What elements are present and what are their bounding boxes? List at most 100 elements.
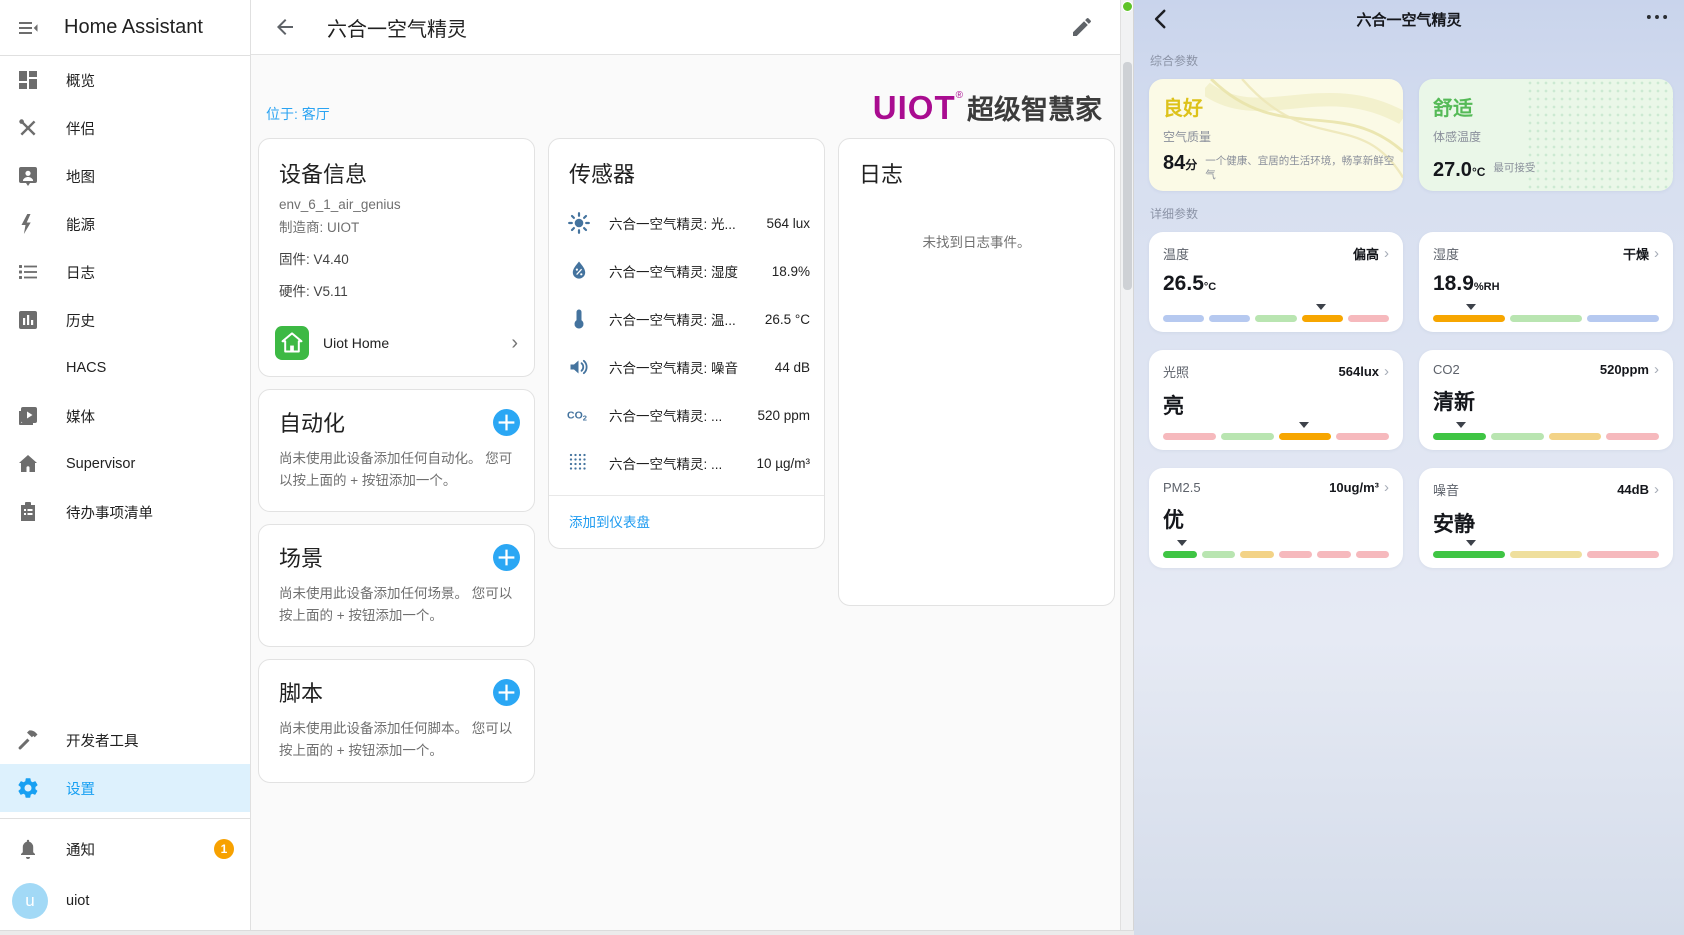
sensor-row-temperature[interactable]: 六合一空气精灵: 温...26.5 °C (549, 295, 824, 343)
sensor-row-co2[interactable]: CO2六合一空气精灵: ...520 ppm (549, 391, 824, 439)
sensor-row-light[interactable]: 六合一空气精灵: 光... 564 lux (549, 199, 824, 247)
app-back-icon[interactable] (1148, 6, 1174, 32)
content-body: 位于: 客厅 UIOT®超级智慧家 设备信息 env_6_1_air_geniu… (251, 55, 1120, 783)
clipboard-list-icon (16, 500, 40, 524)
detail-card-pm25[interactable]: PM2.5 10ug/m³ › 优 (1149, 468, 1403, 568)
view-dashboard-icon (16, 68, 40, 92)
sidebar-item-companion[interactable]: 伴侣 (0, 104, 250, 152)
level-marker-icon (1466, 540, 1476, 546)
scenes-title: 场景 (279, 541, 323, 573)
automations-empty-text: 尚未使用此设备添加任何自动化。 您可以按上面的 + 按钮添加一个。 (259, 440, 534, 511)
detail-badge: 520ppm (1600, 362, 1649, 377)
location-link[interactable]: 客厅 (302, 106, 330, 122)
app-title: Home Assistant (64, 16, 203, 39)
home-assistant-icon (16, 452, 40, 476)
level-bar (1433, 315, 1659, 322)
water-percent-icon (567, 259, 591, 283)
sidebar-item-devtools[interactable]: 开发者工具 (0, 716, 250, 764)
sidebar-item-media[interactable]: 媒体 (0, 392, 250, 440)
chevron-right-icon: › (1384, 364, 1389, 379)
sensor-name: 六合一空气精灵: 光... (609, 213, 748, 233)
detail-label: PM2.5 (1163, 480, 1201, 495)
scenes-card: 场景 尚未使用此设备添加任何场景。 您可以按上面的 + 按钮添加一个。 (258, 524, 535, 647)
sensor-row-humidity[interactable]: 六合一空气精灵: 湿度18.9% (549, 247, 824, 295)
edit-pencil-icon[interactable] (1070, 15, 1094, 39)
add-script-button[interactable] (493, 679, 520, 706)
more-options-icon[interactable] (1644, 4, 1670, 35)
sidebar-item-label: 开发者工具 (66, 730, 139, 751)
sidebar-user[interactable]: u uiot (0, 873, 250, 935)
sensor-value: 564 lux (766, 216, 810, 231)
sidebar-item-label: 能源 (66, 214, 95, 235)
uiot-home-app-icon (275, 326, 309, 360)
sidebar-item-overview[interactable]: 概览 (0, 56, 250, 104)
detail-card-temperature[interactable]: 温度 偏高 › 26.5°C (1149, 232, 1403, 332)
sidebar-item-map[interactable]: 地图 (0, 152, 250, 200)
detail-badge: 44dB (1617, 482, 1649, 497)
sidebar-item-history[interactable]: 历史 (0, 296, 250, 344)
detail-card-noise[interactable]: 噪音 44dB › 安静 (1419, 468, 1673, 568)
detail-badge: 干燥 (1623, 244, 1649, 263)
sensor-row-noise[interactable]: 六合一空气精灵: 噪音44 dB (549, 343, 824, 391)
location-label: 位于: (266, 106, 298, 122)
summary-state: 良好 (1163, 92, 1389, 121)
format-list-icon (16, 260, 40, 284)
sidebar-item-settings[interactable]: 设置 (0, 764, 250, 812)
add-scene-button[interactable] (493, 544, 520, 571)
sidebar-item-logbook[interactable]: 日志 (0, 248, 250, 296)
scrollbar-thumb[interactable] (1123, 62, 1132, 290)
chevron-right-icon: › (1654, 246, 1659, 261)
detail-value: 清新 (1433, 386, 1659, 416)
scenes-empty-text: 尚未使用此设备添加任何场景。 您可以按上面的 + 按钮添加一个。 (259, 575, 534, 646)
scripts-title: 脚本 (279, 676, 323, 708)
scrollbar[interactable] (1120, 0, 1134, 935)
sidebar-item-label: 待办事项清单 (66, 502, 153, 523)
detail-card-light[interactable]: 光照 564lux › 亮 (1149, 350, 1403, 450)
summary-card-feels-like[interactable]: 舒适体感温度 27.0°C 最可接受 (1419, 79, 1673, 191)
level-marker-icon (1316, 304, 1326, 310)
column-middle: 传感器 六合一空气精灵: 光... 564 lux 六合一空气精灵: 湿度18.9%… (548, 138, 825, 549)
add-to-dashboard-link[interactable]: 添加到仪表盘 (549, 495, 824, 548)
level-bar (1163, 551, 1389, 558)
logbook-empty-text: 未找到日志事件。 (839, 231, 1114, 251)
level-marker-icon (1466, 304, 1476, 310)
level-segment (1348, 315, 1389, 322)
level-segment (1433, 551, 1505, 558)
sidebar-item-energy[interactable]: 能源 (0, 200, 250, 248)
detail-label: 噪音 (1433, 480, 1459, 499)
sidebar-bottom: 开发者工具设置 通知 1 u uiot (0, 716, 250, 935)
sidebar-item-todo[interactable]: 待办事项清单 (0, 488, 250, 536)
sidebar-item-supervisor[interactable]: Supervisor (0, 440, 250, 488)
menu-icon[interactable] (16, 16, 40, 40)
sidebar-item-label: Supervisor (66, 456, 135, 472)
level-segment (1317, 551, 1351, 558)
detail-label: 温度 (1163, 244, 1189, 263)
level-marker-icon (1456, 422, 1466, 428)
sensor-value: 26.5 °C (765, 312, 810, 327)
device-info-title: 设备信息 (259, 139, 534, 193)
window-edge (0, 930, 1134, 935)
app-panel: 六合一空气精灵 综合参数 良好空气质量 84分 一个健康、宜居的生活环境，畅享新… (1134, 0, 1684, 935)
column-right: 日志 未找到日志事件。 (838, 138, 1115, 606)
detail-label: CO2 (1433, 362, 1460, 377)
detail-value: 亮 (1163, 390, 1389, 420)
scripts-empty-text: 尚未使用此设备添加任何脚本。 您可以按上面的 + 按钮添加一个。 (259, 710, 534, 781)
sensor-value: 10 µg/m³ (756, 456, 810, 471)
app-body: 综合参数 良好空气质量 84分 一个健康、宜居的生活环境，畅享新鲜空气 舒适体感… (1134, 52, 1684, 568)
back-icon[interactable] (273, 15, 297, 39)
summary-grid: 良好空气质量 84分 一个健康、宜居的生活环境，畅享新鲜空气 舒适体感温度 27… (1149, 79, 1673, 191)
detail-card-co2[interactable]: CO2 520ppm › 清新 (1419, 350, 1673, 450)
level-bar (1163, 433, 1389, 440)
sensor-row-pm25[interactable]: 六合一空气精灵: ...10 µg/m³ (549, 439, 824, 487)
sensors-title: 传感器 (549, 139, 824, 193)
summary-card-air-quality[interactable]: 良好空气质量 84分 一个健康、宜居的生活环境，畅享新鲜空气 (1149, 79, 1403, 191)
scripts-card: 脚本 尚未使用此设备添加任何脚本。 您可以按上面的 + 按钮添加一个。 (258, 659, 535, 782)
level-segment (1433, 433, 1486, 440)
sidebar-item-notifications[interactable]: 通知 1 (0, 825, 250, 873)
integration-link[interactable]: Uiot Home › (259, 310, 534, 376)
sidebar-item-hacs[interactable]: HACS (0, 344, 250, 392)
level-segment (1510, 551, 1582, 558)
detail-card-humidity[interactable]: 湿度 干燥 › 18.9%RH (1419, 232, 1673, 332)
detail-value: 26.5°C (1163, 272, 1389, 296)
add-automation-button[interactable] (493, 409, 520, 436)
